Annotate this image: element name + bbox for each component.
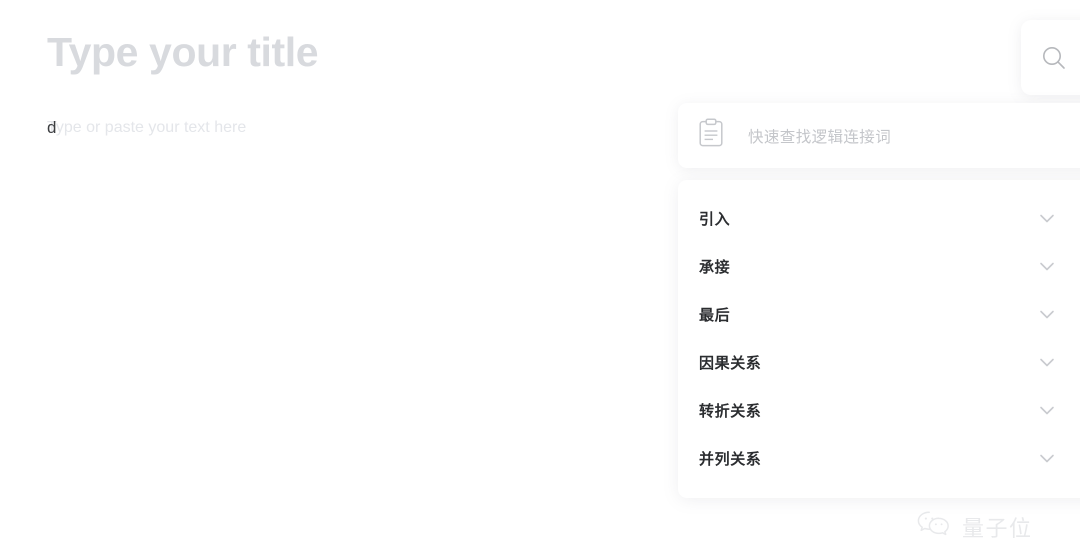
- chevron-down-icon[interactable]: [1036, 207, 1058, 229]
- connective-search-input[interactable]: 快速查找逻辑连接词: [748, 125, 891, 147]
- category-row-transition[interactable]: 转折关系: [678, 386, 1080, 434]
- category-row-continue[interactable]: 承接: [678, 242, 1080, 290]
- watermark-text: 量子位: [962, 515, 1033, 541]
- wechat-logo-icon: [916, 509, 954, 544]
- chevron-down-icon[interactable]: [1036, 255, 1058, 277]
- watermark: 量子位: [916, 509, 1033, 544]
- clipboard-icon: [698, 118, 724, 153]
- logical-connective-panel: 快速查找逻辑连接词 引入 承接 最后 因果关系 转折关系 并列关系: [678, 103, 1080, 498]
- chevron-down-icon[interactable]: [1036, 303, 1058, 325]
- category-row-introduce[interactable]: 引入: [678, 194, 1080, 242]
- connective-category-list: 引入 承接 最后 因果关系 转折关系 并列关系: [678, 180, 1080, 498]
- chevron-down-icon[interactable]: [1036, 351, 1058, 373]
- body-typed-text: d: [47, 118, 57, 137]
- category-label: 因果关系: [699, 354, 762, 372]
- body-editor-line[interactable]: Type or paste your text here d: [47, 116, 246, 140]
- category-label: 最后: [699, 306, 731, 324]
- title-input-placeholder[interactable]: Type your title: [47, 26, 319, 78]
- category-row-causal[interactable]: 因果关系: [678, 338, 1080, 386]
- category-row-parallel[interactable]: 并列关系: [678, 434, 1080, 482]
- chevron-down-icon[interactable]: [1036, 447, 1058, 469]
- search-button[interactable]: [1021, 20, 1080, 95]
- category-label: 承接: [699, 258, 731, 276]
- chevron-down-icon[interactable]: [1036, 399, 1058, 421]
- category-label: 并列关系: [699, 450, 762, 468]
- search-icon: [1039, 43, 1069, 73]
- category-label: 引入: [699, 210, 731, 228]
- category-label: 转折关系: [699, 402, 762, 420]
- category-row-final[interactable]: 最后: [678, 290, 1080, 338]
- connective-search-bar[interactable]: 快速查找逻辑连接词: [678, 103, 1080, 168]
- body-input-placeholder: Type or paste your text here: [47, 119, 247, 136]
- document-editor[interactable]: Type your title Type or paste your text …: [0, 0, 700, 556]
